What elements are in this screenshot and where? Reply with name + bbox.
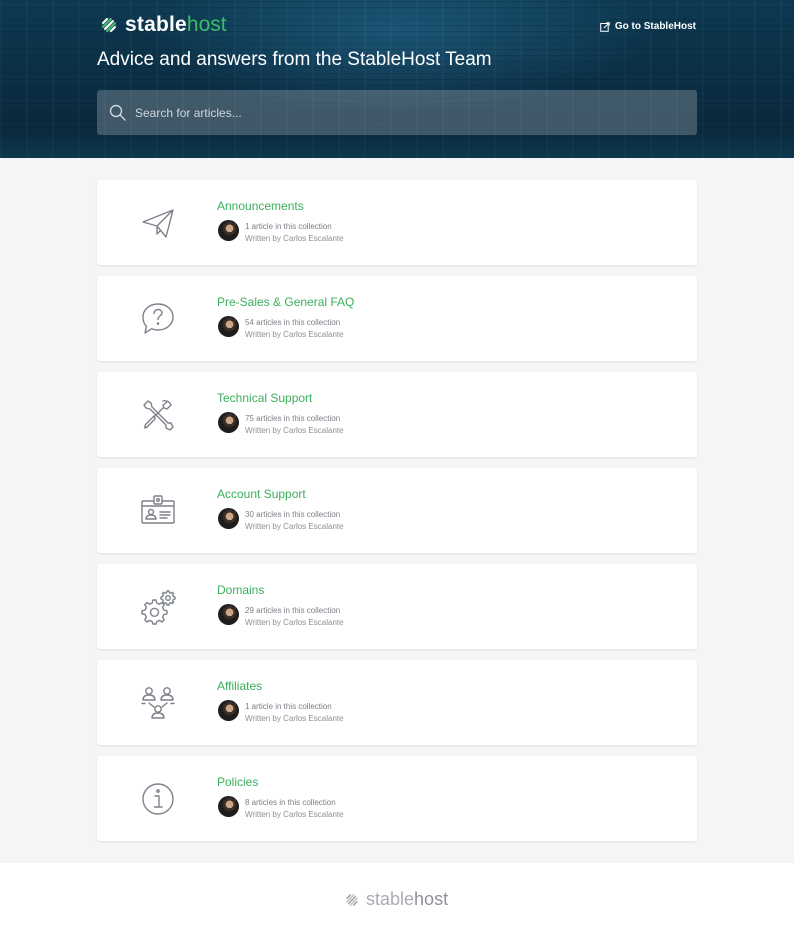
author-avatar [218,316,239,337]
stablehost-logo[interactable]: stable host [97,12,227,38]
article-count: 75 articles in this collection [245,414,341,423]
article-count: 1 article in this collection [245,222,332,231]
author-line: Written by Carlos Escalante [245,426,344,435]
collection-title[interactable]: Domains [217,583,264,597]
author-line: Written by Carlos Escalante [245,810,344,819]
id-card-icon [141,495,175,524]
collection-card-presales-faq[interactable]: Pre-Sales & General FAQ 54 articles in t… [97,276,697,361]
author-avatar [218,508,239,529]
collection-card-policies[interactable]: Policies 8 articles in this collection W… [97,756,697,841]
collection-card-domains[interactable]: Domains 29 articles in this collection W… [97,564,697,649]
header-banner: stable host Go to StableHost Advice and a… [0,0,794,158]
logo-word-stable: stable [125,13,187,36]
collection-title[interactable]: Account Support [217,487,306,501]
gears-icon [141,590,176,625]
people-network-icon [141,687,175,719]
author-line: Written by Carlos Escalante [245,618,344,627]
article-count: 1 article in this collection [245,702,332,711]
external-link-icon [600,21,610,32]
footer-logo-word-stable: stable [366,889,415,909]
collection-title[interactable]: Technical Support [217,391,312,405]
collection-card-announcements[interactable]: Announcements 1 article in this collecti… [97,180,697,265]
search-icon [109,104,126,121]
collection-card-affiliates[interactable]: Affiliates 1 article in this collection … [97,660,697,745]
article-count: 54 articles in this collection [245,318,341,327]
author-line: Written by Carlos Escalante [245,330,344,339]
stablehost-logo-icon [346,893,358,906]
footer-logo[interactable]: stable host [342,889,448,910]
info-circle-icon [142,783,174,815]
stablehost-logo-icon [101,17,117,33]
author-avatar [218,796,239,817]
article-count: 8 articles in this collection [245,798,336,807]
author-line: Written by Carlos Escalante [245,522,344,531]
collection-list: Announcements 1 article in this collecti… [97,180,697,852]
collection-title[interactable]: Pre-Sales & General FAQ [217,295,354,309]
author-avatar [218,412,239,433]
footer: stable host [0,863,794,934]
go-to-stablehost-link[interactable]: Go to StableHost [600,21,696,32]
paper-plane-icon [142,209,174,238]
logo-word-host: host [186,13,227,36]
tools-icon [143,400,174,431]
collection-title[interactable]: Announcements [217,199,304,213]
page-headline: Advice and answers from the StableHost T… [97,49,492,70]
author-avatar [218,220,239,241]
author-line: Written by Carlos Escalante [245,234,344,243]
collection-title[interactable]: Policies [217,775,258,789]
search-bar[interactable] [97,90,697,135]
question-bubble-icon [142,303,174,334]
collection-title[interactable]: Affiliates [217,679,262,693]
article-count: 30 articles in this collection [245,510,341,519]
author-avatar [218,700,239,721]
search-input[interactable] [135,90,675,135]
collection-card-technical-support[interactable]: Technical Support 75 articles in this co… [97,372,697,457]
author-avatar [218,604,239,625]
go-to-stablehost-label: Go to StableHost [614,21,696,32]
author-line: Written by Carlos Escalante [245,714,344,723]
article-count: 29 articles in this collection [245,606,341,615]
collection-card-account-support[interactable]: Account Support 30 articles in this coll… [97,468,697,553]
footer-logo-word-host: host [414,889,449,909]
